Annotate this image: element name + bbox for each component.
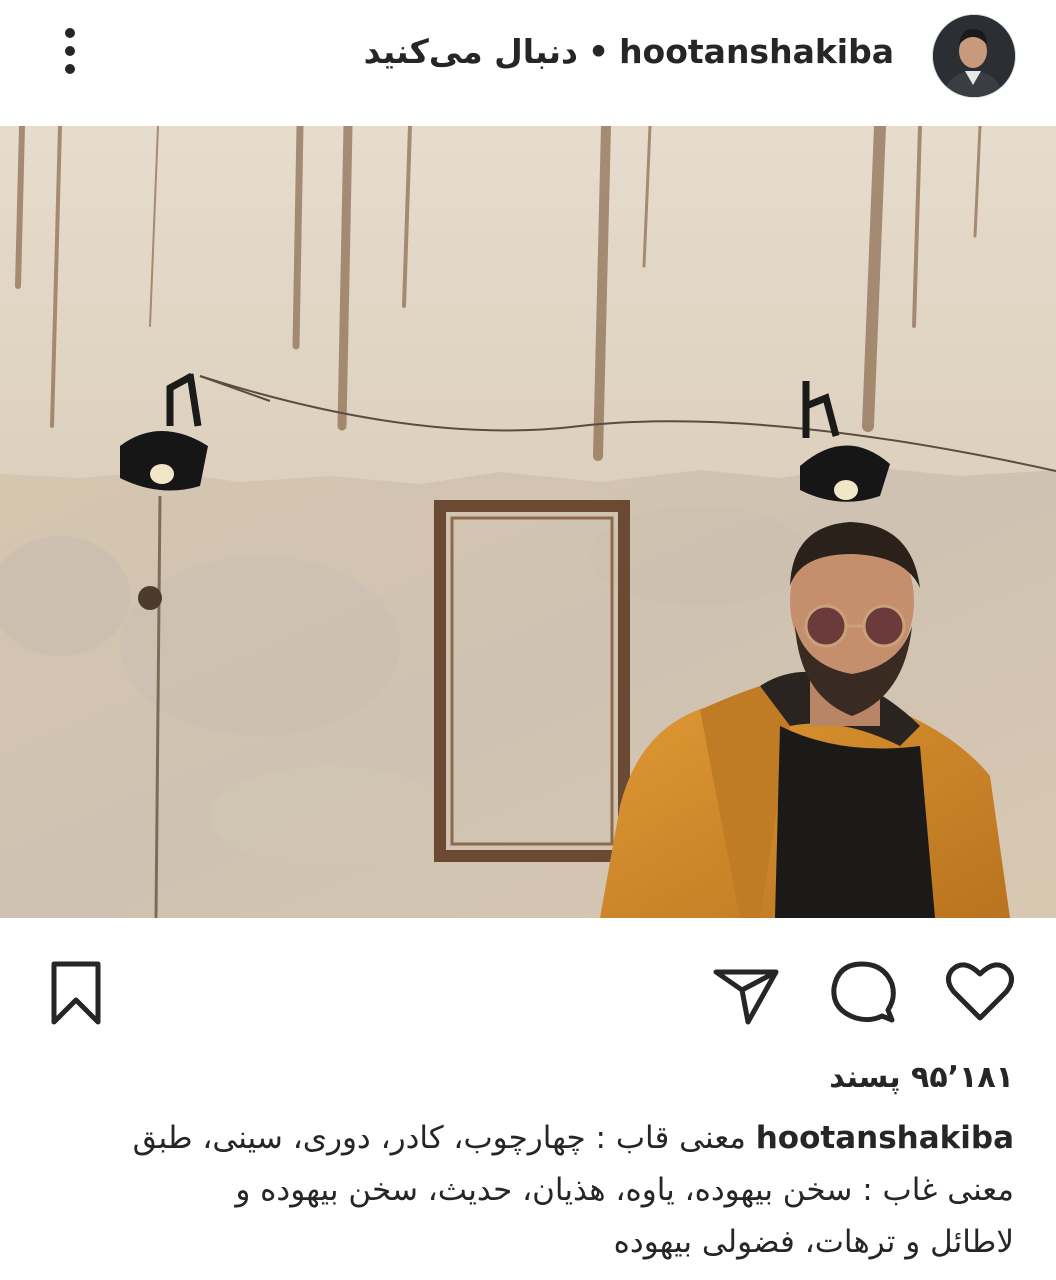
- avatar[interactable]: [932, 14, 1016, 98]
- caption-text-1: معنی قاب : چهارچوب، کادر، دوری، سینی، طب…: [132, 1120, 746, 1156]
- action-bar: [0, 940, 1056, 1040]
- comment-bubble-icon[interactable]: [822, 952, 902, 1032]
- instagram-post: hootanshakiba•دنبال می‌کنید: [0, 0, 1056, 1280]
- header-text: hootanshakiba•دنبال می‌کنید: [364, 26, 894, 78]
- heart-icon[interactable]: [940, 952, 1020, 1032]
- caption-text-2: معنی غاب : سخن بیهوده، یاوه، هذیان، حدیث…: [235, 1172, 1014, 1208]
- separator-dot: •: [587, 32, 610, 71]
- bookmark-icon[interactable]: [36, 952, 116, 1032]
- more-vertical-icon[interactable]: [52, 24, 88, 84]
- post-caption: hootanshakiba معنی قاب : چهارچوب، کادر، …: [39, 1112, 1014, 1268]
- post-username[interactable]: hootanshakiba: [619, 32, 894, 71]
- post-image[interactable]: [0, 126, 1056, 918]
- post-header: hootanshakiba•دنبال می‌کنید: [0, 0, 1056, 108]
- paper-plane-icon[interactable]: [706, 952, 786, 1032]
- follow-status[interactable]: دنبال می‌کنید: [364, 32, 578, 71]
- caption-username[interactable]: hootanshakiba: [756, 1120, 1014, 1156]
- caption-text-3: لاطائل و ترهات، فضولی بیهوده: [613, 1224, 1014, 1260]
- likes-count[interactable]: ۹۵٬۱۸۱ پسند: [829, 1054, 1014, 1102]
- caption-line-1: hootanshakiba معنی قاب : چهارچوب، کادر، …: [39, 1112, 1014, 1164]
